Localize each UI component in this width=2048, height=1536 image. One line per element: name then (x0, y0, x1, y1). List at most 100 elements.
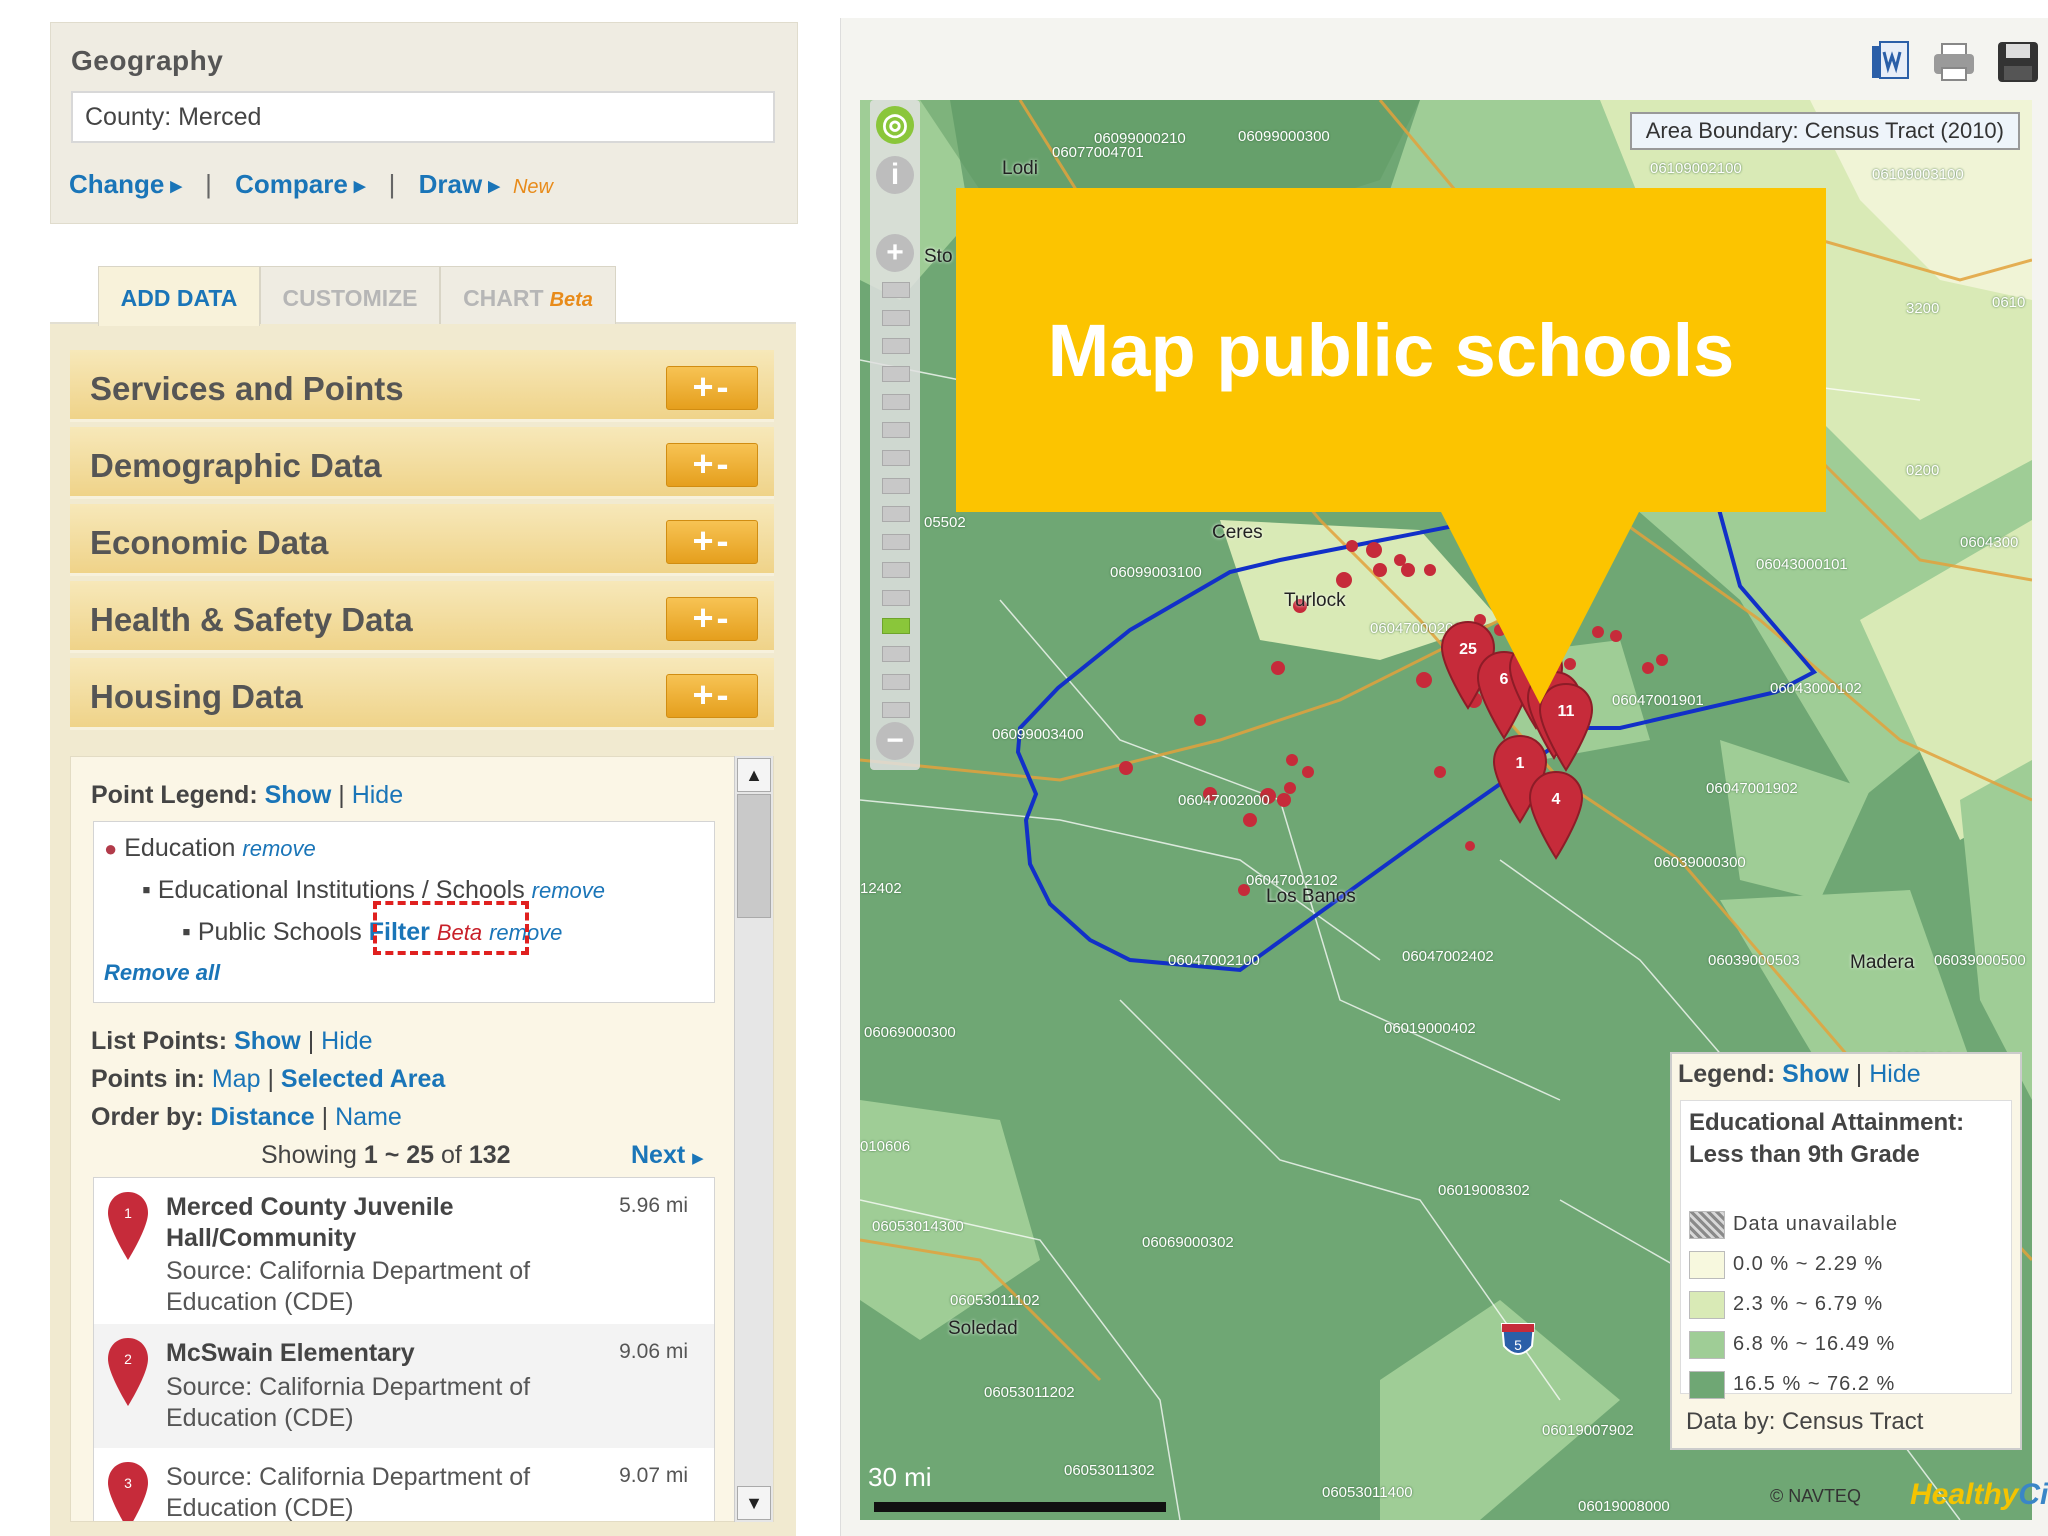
geography-panel: Geography County: Merced Change ▶ | Compa… (50, 22, 798, 224)
compare-link[interactable]: Compare ▶ (235, 169, 365, 199)
globe-icon[interactable]: ◎ (876, 106, 914, 144)
name-link[interactable]: Name (335, 1103, 402, 1131)
geography-field[interactable]: County: Merced (71, 91, 775, 143)
map-pin-icon: 1 (108, 1192, 148, 1260)
area-boundary-label: Area Boundary: Census Tract (2010) (1629, 112, 2020, 150)
zoom-step[interactable] (882, 310, 910, 326)
zoom-step[interactable] (882, 562, 910, 578)
separator: | (1855, 1060, 1863, 1088)
zoom-step[interactable] (882, 478, 910, 494)
selected-area-link[interactable]: Selected Area (281, 1065, 445, 1093)
new-badge: New (512, 176, 553, 198)
tract-label: 06053011400 (1322, 1484, 1413, 1501)
add-remove-button[interactable]: +- (666, 674, 758, 718)
add-remove-button[interactable]: +- (666, 597, 758, 641)
result-name[interactable]: Merced County Juvenile Hall/Community (166, 1192, 566, 1254)
tract-label: 06053014300 (872, 1218, 964, 1235)
draw-link[interactable]: Draw ▶ (419, 169, 500, 199)
legend-swatch (1689, 1211, 1725, 1239)
list-item[interactable]: 2 McSwain Elementary Source: California … (94, 1324, 714, 1448)
zoom-out-button[interactable]: − (876, 722, 914, 760)
category-health-safety-data[interactable]: Health & Safety Data +- (70, 581, 774, 653)
add-remove-button[interactable]: +- (666, 366, 758, 410)
hide-link[interactable]: Hide (321, 1027, 372, 1055)
city-label: Turlock (1284, 590, 1346, 611)
city-label: Ceres (1212, 522, 1263, 543)
tab-add-data[interactable]: ADD DATA (98, 266, 260, 326)
map-legend-header: Legend: Show | Hide (1678, 1060, 1921, 1088)
category-economic-data[interactable]: Economic Data +- (70, 504, 774, 576)
zoom-step[interactable] (882, 366, 910, 382)
separator: | (388, 169, 396, 199)
zoom-step[interactable] (882, 338, 910, 354)
zoom-step[interactable] (882, 450, 910, 466)
tract-label: 06019008000 (1578, 1498, 1670, 1515)
zoom-step[interactable] (882, 506, 910, 522)
change-link[interactable]: Change ▶ (69, 169, 182, 199)
result-distance: 9.07 mi (619, 1464, 688, 1487)
zoom-step[interactable] (882, 534, 910, 550)
map-link[interactable]: Map (212, 1065, 261, 1093)
bullet-icon: ▪ (182, 918, 191, 946)
map-pin-icon: 2 (108, 1338, 148, 1406)
category-housing-data[interactable]: Housing Data +- (70, 658, 774, 730)
category-demographic-data[interactable]: Demographic Data +- (70, 427, 774, 499)
tab-chart[interactable]: CHART Beta (440, 266, 616, 324)
map-legend: Legend: Show | Hide Educational Attainme… (1670, 1052, 2022, 1450)
scroll-up-button[interactable]: ▲ (737, 758, 771, 792)
list-points-row: List Points: Show | Hide (91, 1027, 373, 1055)
hide-link[interactable]: Hide (352, 781, 403, 809)
zoom-step[interactable] (882, 646, 910, 662)
word-export-icon[interactable] (1868, 40, 1912, 84)
tract-label: 06069000302 (1142, 1234, 1234, 1251)
tract-label: 06053011102 (950, 1292, 1040, 1309)
info-icon[interactable]: i (876, 156, 914, 194)
tract-label: 06109002100 (1650, 160, 1742, 177)
distance-link[interactable]: Distance (210, 1103, 314, 1131)
print-icon[interactable] (1932, 40, 1976, 84)
show-link[interactable]: Show (1782, 1060, 1849, 1088)
add-remove-button[interactable]: +- (666, 520, 758, 564)
legend-title: Educational Attainment: Less than 9th Gr… (1689, 1109, 1965, 1168)
next-link[interactable]: Next ▶ (631, 1141, 704, 1170)
tract-label: 06109003100 (1872, 166, 1964, 183)
tract-label: 06047002100 (1168, 952, 1260, 969)
scroll-down-button[interactable]: ▼ (737, 1486, 771, 1520)
tract-label: 12402 (860, 880, 902, 897)
tract-label: 06047002402 (1402, 948, 1494, 965)
geography-actions: Change ▶ | Compare ▶ | Draw ▶ New (69, 169, 553, 200)
results-scrollbar[interactable]: ▲ ▼ (734, 756, 773, 1522)
list-item[interactable]: 1 Merced County Juvenile Hall/Community … (94, 1178, 714, 1324)
result-source: Source: California Department of Educati… (166, 1463, 531, 1522)
remove-all-link[interactable]: Remove all (104, 958, 220, 987)
add-remove-button[interactable]: +- (666, 443, 758, 487)
map-marker-cluster[interactable]: 4 (1528, 770, 1584, 860)
hide-link[interactable]: Hide (1869, 1060, 1920, 1088)
result-distance: 9.06 mi (619, 1340, 688, 1363)
save-icon[interactable] (1996, 40, 2040, 84)
triangle-right-icon: ▶ (170, 178, 182, 196)
zoom-step[interactable] (882, 422, 910, 438)
zoom-in-button[interactable]: + (876, 234, 914, 272)
remove-link[interactable]: remove (532, 878, 605, 903)
show-link[interactable]: Show (234, 1027, 301, 1055)
show-link[interactable]: Show (265, 781, 332, 809)
zoom-step-current[interactable] (882, 618, 910, 634)
zoom-step[interactable] (882, 590, 910, 606)
callout-pointer (1440, 510, 1640, 704)
tract-label: 010606 (860, 1138, 911, 1155)
geography-title: Geography (71, 45, 224, 76)
zoom-step[interactable] (882, 394, 910, 410)
zoom-step[interactable] (882, 674, 910, 690)
zoom-step[interactable] (882, 282, 910, 298)
category-services-and-points[interactable]: Services and Points +- (70, 350, 774, 422)
tab-customize[interactable]: CUSTOMIZE (260, 266, 440, 324)
result-source: Source: California Department of Educati… (166, 1257, 531, 1316)
zoom-step[interactable] (882, 702, 910, 718)
scroll-thumb[interactable] (737, 794, 771, 918)
pin-label: 3 (124, 1475, 132, 1491)
list-item[interactable]: 3 Source: California Department of Educa… (94, 1448, 714, 1522)
remove-link[interactable]: remove (242, 836, 315, 861)
tract-label: 06039000503 (1708, 952, 1800, 969)
result-name[interactable]: McSwain Elementary (166, 1338, 566, 1369)
